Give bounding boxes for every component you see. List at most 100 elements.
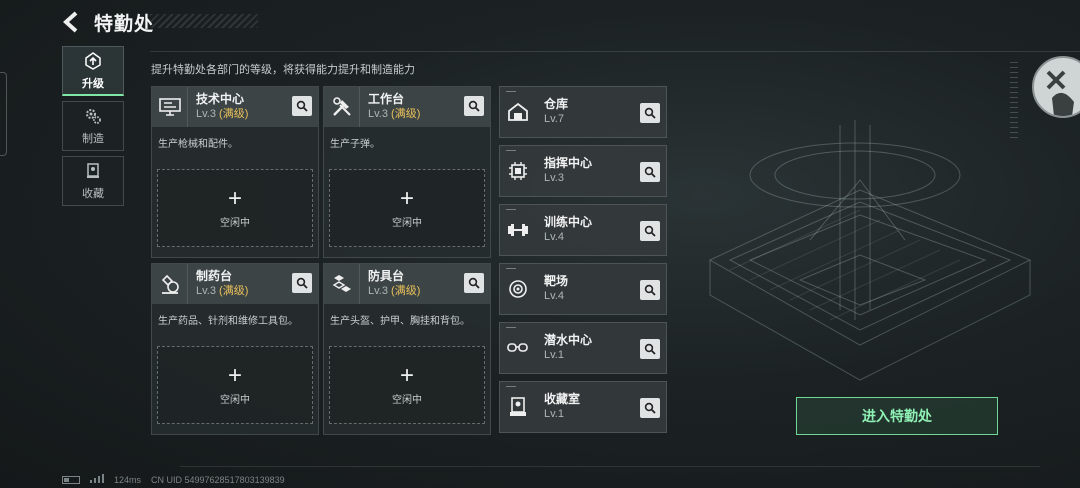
facility-description: 生产子弹。 (330, 139, 380, 150)
department-name: 潜水中心 (544, 333, 593, 347)
search-button[interactable] (292, 273, 312, 293)
department-level: Lv.4 (544, 290, 564, 302)
facility-name: 技术中心 (196, 92, 245, 106)
department-name: 仓库 (544, 97, 569, 111)
production-slot[interactable]: + 空闲中 (329, 169, 485, 247)
search-icon (644, 225, 656, 237)
production-slot[interactable]: + 空闲中 (329, 346, 485, 424)
search-icon (644, 402, 656, 414)
title-decoration (150, 14, 258, 28)
department-collection-room[interactable]: 收藏室 Lv.1 (499, 381, 667, 433)
back-arrow-icon[interactable] (62, 10, 82, 34)
avatar[interactable] (1032, 56, 1080, 118)
search-icon (644, 284, 656, 296)
divider (180, 466, 1040, 467)
search-button[interactable] (640, 103, 660, 123)
facility-level: Lv.3 (满级) (196, 108, 249, 120)
facility-name: 制药台 (196, 269, 233, 283)
maxed-badge: (满级) (219, 285, 249, 297)
dumbbell-icon (500, 204, 536, 256)
search-button[interactable] (640, 398, 660, 418)
signal-icon (90, 474, 104, 485)
card-header: 工作台 Lv.3 (满级) (324, 87, 490, 127)
search-button[interactable] (292, 96, 312, 116)
maxed-badge: (满级) (391, 285, 421, 297)
command-center-icon (500, 145, 536, 197)
facility-level: Lv.3 (满级) (196, 285, 249, 297)
upgrade-icon (83, 51, 103, 71)
gear-icon (83, 106, 103, 126)
plus-icon: + (227, 361, 242, 389)
facility-card-workbench[interactable]: 工作台 Lv.3 (满级) 生产子弹。 + 空闲中 (323, 86, 491, 258)
department-name: 收藏室 (544, 392, 581, 406)
department-level: Lv.3 (544, 172, 564, 184)
search-icon (468, 277, 480, 289)
plus-icon: + (399, 361, 414, 389)
slot-status: 空闲中 (220, 394, 250, 406)
ping-readout: 124ms (114, 474, 142, 485)
trophy-icon (500, 381, 536, 433)
department-shooting-range[interactable]: 靶场 Lv.4 (499, 263, 667, 315)
department-name: 靶场 (544, 274, 569, 288)
diving-mask-icon (500, 322, 536, 374)
slot-status: 空闲中 (392, 394, 422, 406)
facility-card-armor-bench[interactable]: 防具台 Lv.3 (满级) 生产头盔、护甲、胸挂和背包。 + 空闲中 (323, 263, 491, 435)
department-level: Lv.4 (544, 231, 564, 243)
search-icon (644, 166, 656, 178)
tech-center-icon (152, 87, 188, 127)
search-button[interactable] (464, 96, 484, 116)
warehouse-icon (500, 86, 536, 138)
facility-name: 工作台 (368, 92, 405, 106)
card-header: 技术中心 Lv.3 (满级) (152, 87, 318, 127)
card-header: 制药台 Lv.3 (满级) (152, 264, 318, 304)
edge-drawer-tab[interactable] (0, 72, 7, 156)
armor-bench-icon (324, 264, 360, 304)
tab-label: 制造 (82, 133, 104, 145)
search-button[interactable] (640, 339, 660, 359)
plus-icon: + (399, 184, 414, 212)
department-training-center[interactable]: 训练中心 Lv.4 (499, 204, 667, 256)
tab-craft[interactable]: 制造 (62, 101, 124, 151)
facility-level: Lv.3 (满级) (368, 108, 421, 120)
workbench-icon (324, 87, 360, 127)
maxed-badge: (满级) (391, 108, 421, 120)
production-slot[interactable]: + 空闲中 (157, 169, 313, 247)
collection-icon (83, 161, 103, 181)
department-command-center[interactable]: 指挥中心 Lv.3 (499, 145, 667, 197)
facility-description: 生产头盔、护甲、胸挂和背包。 (330, 316, 470, 327)
tab-collection[interactable]: 收藏 (62, 156, 124, 206)
facility-card-pharmacy[interactable]: 制药台 Lv.3 (满级) 生产药品、针剂和维修工具包。 + 空闲中 (151, 263, 319, 435)
slot-status: 空闲中 (392, 217, 422, 229)
facility-name: 防具台 (368, 269, 405, 283)
header: 特勤处 (62, 8, 154, 36)
enter-base-button[interactable]: 进入特勤处 (796, 397, 998, 435)
department-warehouse[interactable]: 仓库 Lv.7 (499, 86, 667, 138)
facility-level: Lv.3 (满级) (368, 285, 421, 297)
search-button[interactable] (640, 221, 660, 241)
divider (150, 51, 1080, 52)
department-name: 训练中心 (544, 215, 593, 229)
search-button[interactable] (464, 273, 484, 293)
uid-readout: CN UID 549976285178031398​39 (151, 474, 285, 485)
facility-description: 生产药品、针剂和维修工具包。 (158, 316, 298, 327)
card-header: 防具台 Lv.3 (满级) (324, 264, 490, 304)
target-icon (500, 263, 536, 315)
battery-icon (62, 475, 80, 484)
facility-card-tech-center[interactable]: 技术中心 Lv.3 (满级) 生产枪械和配件。 + 空闲中 (151, 86, 319, 258)
base-hologram-illustration (708, 120, 1032, 381)
page-title: 特勤处 (94, 13, 155, 35)
maxed-badge: (满级) (219, 108, 249, 120)
tab-upgrade[interactable]: 升级 (62, 46, 124, 96)
search-icon (296, 277, 308, 289)
search-icon (644, 343, 656, 355)
department-name: 指挥中心 (544, 156, 593, 170)
facility-description: 生产枪械和配件。 (158, 139, 238, 150)
search-button[interactable] (640, 162, 660, 182)
production-slot[interactable]: + 空闲中 (157, 346, 313, 424)
side-nav: 升级 制造 收藏 (62, 46, 124, 211)
tab-label: 升级 (82, 77, 104, 90)
department-diving-center[interactable]: 潜水中心 Lv.1 (499, 322, 667, 374)
department-level: Lv.1 (544, 349, 564, 361)
search-button[interactable] (640, 280, 660, 300)
pharmacy-icon (152, 264, 188, 304)
